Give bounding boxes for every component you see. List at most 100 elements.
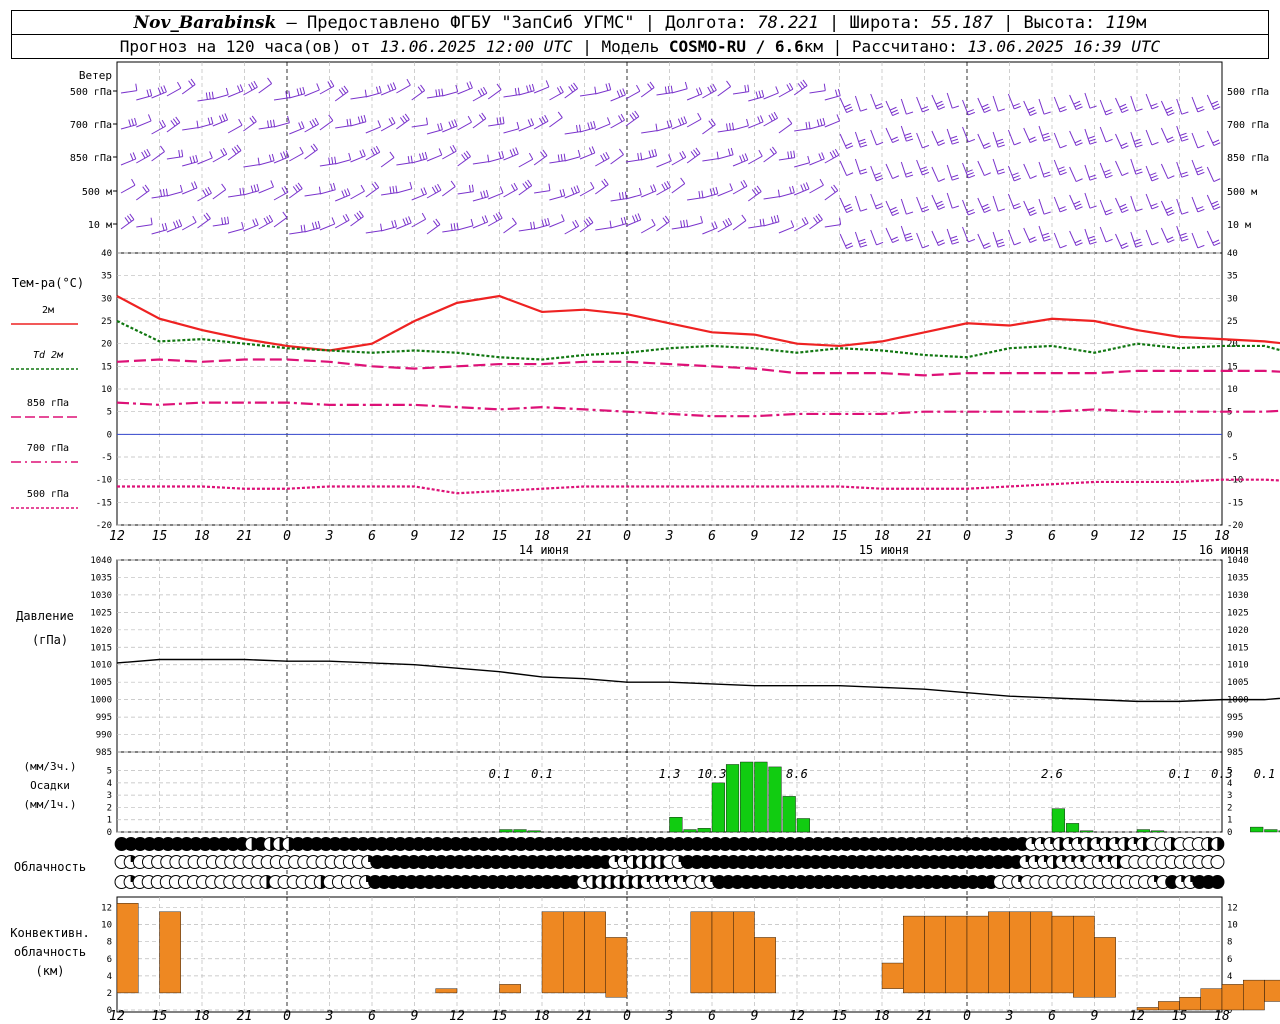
wind-barb-feather [1167, 112, 1175, 117]
press-ytick-right: 1040 [1227, 556, 1249, 566]
wind-barb-feather [466, 82, 471, 90]
wind-barb-feather [1043, 238, 1051, 242]
wind-barb [717, 154, 734, 160]
wind-barb-feather [517, 87, 520, 95]
wind-barb [900, 98, 907, 115]
wind-barb-feather [450, 223, 453, 231]
wind-barb [809, 158, 825, 166]
wind-barb-feather [618, 192, 621, 200]
wind-barb-feather [1042, 171, 1050, 175]
wind-barb-feather [570, 84, 576, 91]
wind-barb-feather [576, 125, 579, 133]
wind-barb-feather [666, 180, 671, 188]
wind-barb-feather [859, 241, 867, 245]
conv-ytick: 8 [107, 938, 112, 948]
wind-barb-feather [950, 235, 958, 239]
wind-barb-feather [547, 217, 551, 225]
wind-barb-feather [142, 186, 148, 193]
conv-bar [584, 911, 606, 994]
wind-barb-feather [845, 106, 853, 111]
wind-barb-feather [533, 221, 536, 229]
wind-barb-feather [905, 135, 913, 139]
wind-barb-feather [341, 190, 345, 198]
wind-barb-feather [1213, 106, 1221, 111]
wind-barb [1038, 161, 1045, 178]
cloud-title: Облачность [14, 860, 86, 874]
temp-ytick: 30 [101, 294, 112, 304]
wind-barb [870, 93, 877, 110]
temp-ytick-right: 0 [1227, 430, 1232, 440]
wind-barb-feather [483, 86, 488, 94]
wind-barb-feather [544, 114, 549, 122]
wind-barb [197, 157, 213, 165]
wind-barb-feather [409, 181, 413, 189]
wind-barb [335, 194, 351, 202]
wind-barb-feather [805, 122, 808, 130]
wind-barb-feather [638, 187, 642, 195]
wind-barb [671, 156, 687, 166]
wind-barb [166, 225, 182, 233]
conv-bar [690, 911, 713, 994]
wind-barb [182, 187, 198, 195]
wind-barb-feather [221, 217, 224, 225]
wind-barb [1160, 100, 1169, 116]
wind-barb [488, 192, 504, 200]
wind-barb-feather [1212, 239, 1220, 244]
wind-barb-feather [649, 81, 655, 88]
wind-barb [350, 155, 366, 163]
wind-barb-feather [204, 188, 210, 195]
conv-ytick: 4 [107, 972, 112, 982]
wind-barb [197, 98, 214, 102]
wind-barb-feather [495, 213, 500, 220]
wind-level-label: 10 м [88, 220, 112, 231]
wind-barb-feather [636, 84, 641, 92]
wind-barb [1130, 131, 1137, 148]
wind-barb [748, 121, 764, 129]
precip-ytick: 0 [107, 828, 112, 838]
wind-barb [748, 225, 765, 229]
wind-barb [442, 186, 456, 197]
wind-barb-feather [1011, 172, 1019, 176]
wind-barb-feather [1014, 177, 1021, 182]
wind-barb-feather [354, 214, 359, 221]
wind-barb-feather [334, 156, 337, 164]
wind-barb-feather [1197, 144, 1205, 149]
temp-ytick-right: -15 [1227, 498, 1243, 508]
wind-barb-feather [483, 190, 486, 198]
wind-barb [472, 196, 489, 202]
wind-barb-feather [344, 189, 348, 197]
wind-barb-feather [1181, 111, 1189, 115]
wind-barb [472, 161, 489, 165]
wind-barb [549, 195, 565, 201]
wind-barb [916, 232, 923, 249]
wind-barb-feather [714, 221, 718, 229]
wind-barb-feather [935, 100, 943, 105]
wind-barb-feather [1105, 174, 1113, 179]
wind-barb [702, 124, 716, 135]
wind-barb-feather [362, 149, 366, 157]
wind-barb-feather [253, 80, 258, 88]
wind-barb [426, 224, 441, 235]
wind-barb-feather [513, 182, 518, 190]
wind-barb [457, 121, 472, 131]
wind-barb-feather [590, 181, 595, 189]
wind-barb [564, 225, 579, 235]
wind-barb-feather [984, 172, 991, 177]
wind-barb-feather [224, 217, 227, 225]
wind-barb [442, 229, 459, 233]
wind-barb-feather [730, 147, 734, 155]
wind-barb-feather [478, 114, 484, 121]
wind-barb-feather [1181, 238, 1189, 242]
precip-ytick-right: 2 [1227, 803, 1232, 813]
wind-barb-feather [241, 221, 245, 229]
wind-barb-feather [129, 153, 134, 161]
wind-barb-feather [695, 147, 701, 154]
wind-barb [411, 124, 428, 128]
wind-barb-feather [967, 109, 974, 113]
wind-barb-feather [1105, 211, 1113, 216]
conv-bar [988, 911, 1010, 994]
wind-barb-feather [772, 146, 777, 153]
wind-barb-feather [196, 120, 199, 128]
wind-barb-feather [221, 114, 226, 122]
wind-barb-feather [440, 122, 443, 130]
